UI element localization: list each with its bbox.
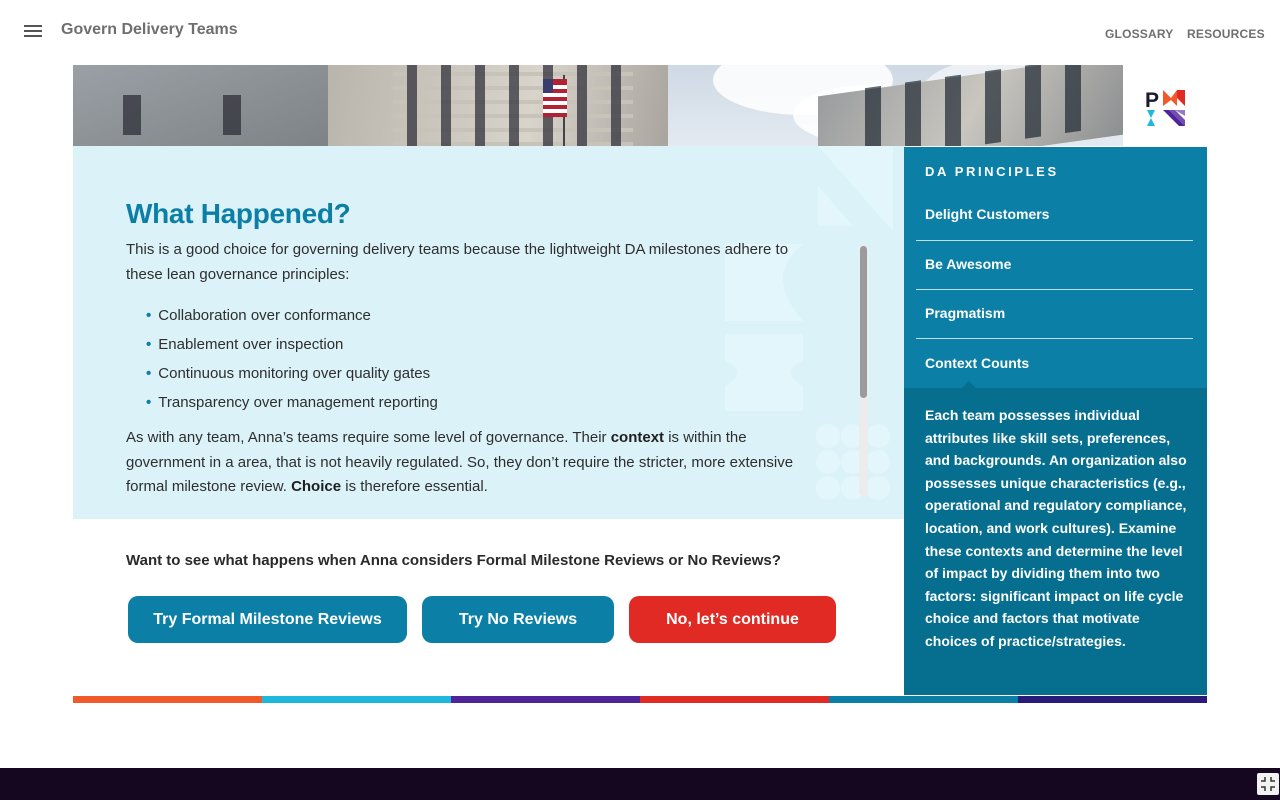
exit-fullscreen-icon[interactable] xyxy=(1257,773,1279,795)
paragraph-text: is therefore essential. xyxy=(341,478,488,495)
footer-bar xyxy=(0,768,1280,800)
paragraph-bold: context xyxy=(610,429,665,446)
color-segment xyxy=(451,696,640,703)
color-segment xyxy=(640,696,829,703)
content-panel: What Happened? This is a good choice for… xyxy=(73,146,904,519)
svg-text:P: P xyxy=(1145,89,1159,112)
list-item: Enablement over inspection xyxy=(146,330,438,359)
glossary-link[interactable]: GLOSSARY xyxy=(1105,27,1174,41)
sidebar-item-delight-customers[interactable]: Delight Customers xyxy=(916,192,1193,241)
prompt-question: Want to see what happens when Anna consi… xyxy=(126,552,781,569)
sidebar-heading: DA PRINCIPLES xyxy=(925,164,1059,179)
hamburger-menu-icon[interactable] xyxy=(24,25,42,39)
sidebar-item-context-counts[interactable]: Context Counts xyxy=(916,339,1193,388)
color-segment xyxy=(262,696,451,703)
list-item: Continuous monitoring over quality gates xyxy=(146,359,438,388)
list-item: Transparency over management reporting xyxy=(146,388,438,417)
paragraph-bold: Choice xyxy=(291,478,342,495)
color-segment xyxy=(1018,696,1207,703)
sidebar-item-pragmatism[interactable]: Pragmatism xyxy=(916,290,1193,339)
principles-list: Collaboration over conformance Enablemen… xyxy=(146,301,438,417)
context-paragraph: As with any team, Anna’s teams require s… xyxy=(126,426,816,500)
pmi-logo: P xyxy=(1145,89,1185,126)
hero-building-image xyxy=(73,65,1123,146)
resources-link[interactable]: RESOURCES xyxy=(1187,27,1265,41)
try-formal-reviews-button[interactable]: Try Formal Milestone Reviews xyxy=(128,596,407,643)
color-segment xyxy=(829,696,1018,703)
color-segment xyxy=(73,696,262,703)
paragraph-text: As with any team, Anna’s teams require s… xyxy=(126,429,611,446)
principles-sidebar: DA PRINCIPLES Delight Customers Be Aweso… xyxy=(904,147,1207,695)
principle-description-panel: Each team possesses individual attribute… xyxy=(904,388,1207,695)
principle-description: Each team possesses individual attribute… xyxy=(925,407,1187,649)
flag-icon xyxy=(543,79,567,117)
continue-button[interactable]: No, let’s continue xyxy=(629,596,836,643)
sidebar-item-label: Delight Customers xyxy=(925,206,1050,222)
sidebar-item-label: Be Awesome xyxy=(925,256,1012,272)
scrollbar-thumb[interactable] xyxy=(860,246,867,398)
try-no-reviews-button[interactable]: Try No Reviews xyxy=(422,596,614,643)
list-item: Collaboration over conformance xyxy=(146,301,438,330)
color-stripe xyxy=(73,696,1207,703)
section-heading: What Happened? xyxy=(126,198,351,229)
sidebar-item-label: Context Counts xyxy=(925,355,1030,371)
sidebar-item-label: Pragmatism xyxy=(925,305,1006,321)
top-bar: Govern Delivery Teams GLOSSARY RESOURCES xyxy=(0,0,1280,62)
sidebar-item-be-awesome[interactable]: Be Awesome xyxy=(916,241,1193,290)
page-title: Govern Delivery Teams xyxy=(61,21,238,38)
intro-text: This is a good choice for governing deli… xyxy=(126,241,789,283)
